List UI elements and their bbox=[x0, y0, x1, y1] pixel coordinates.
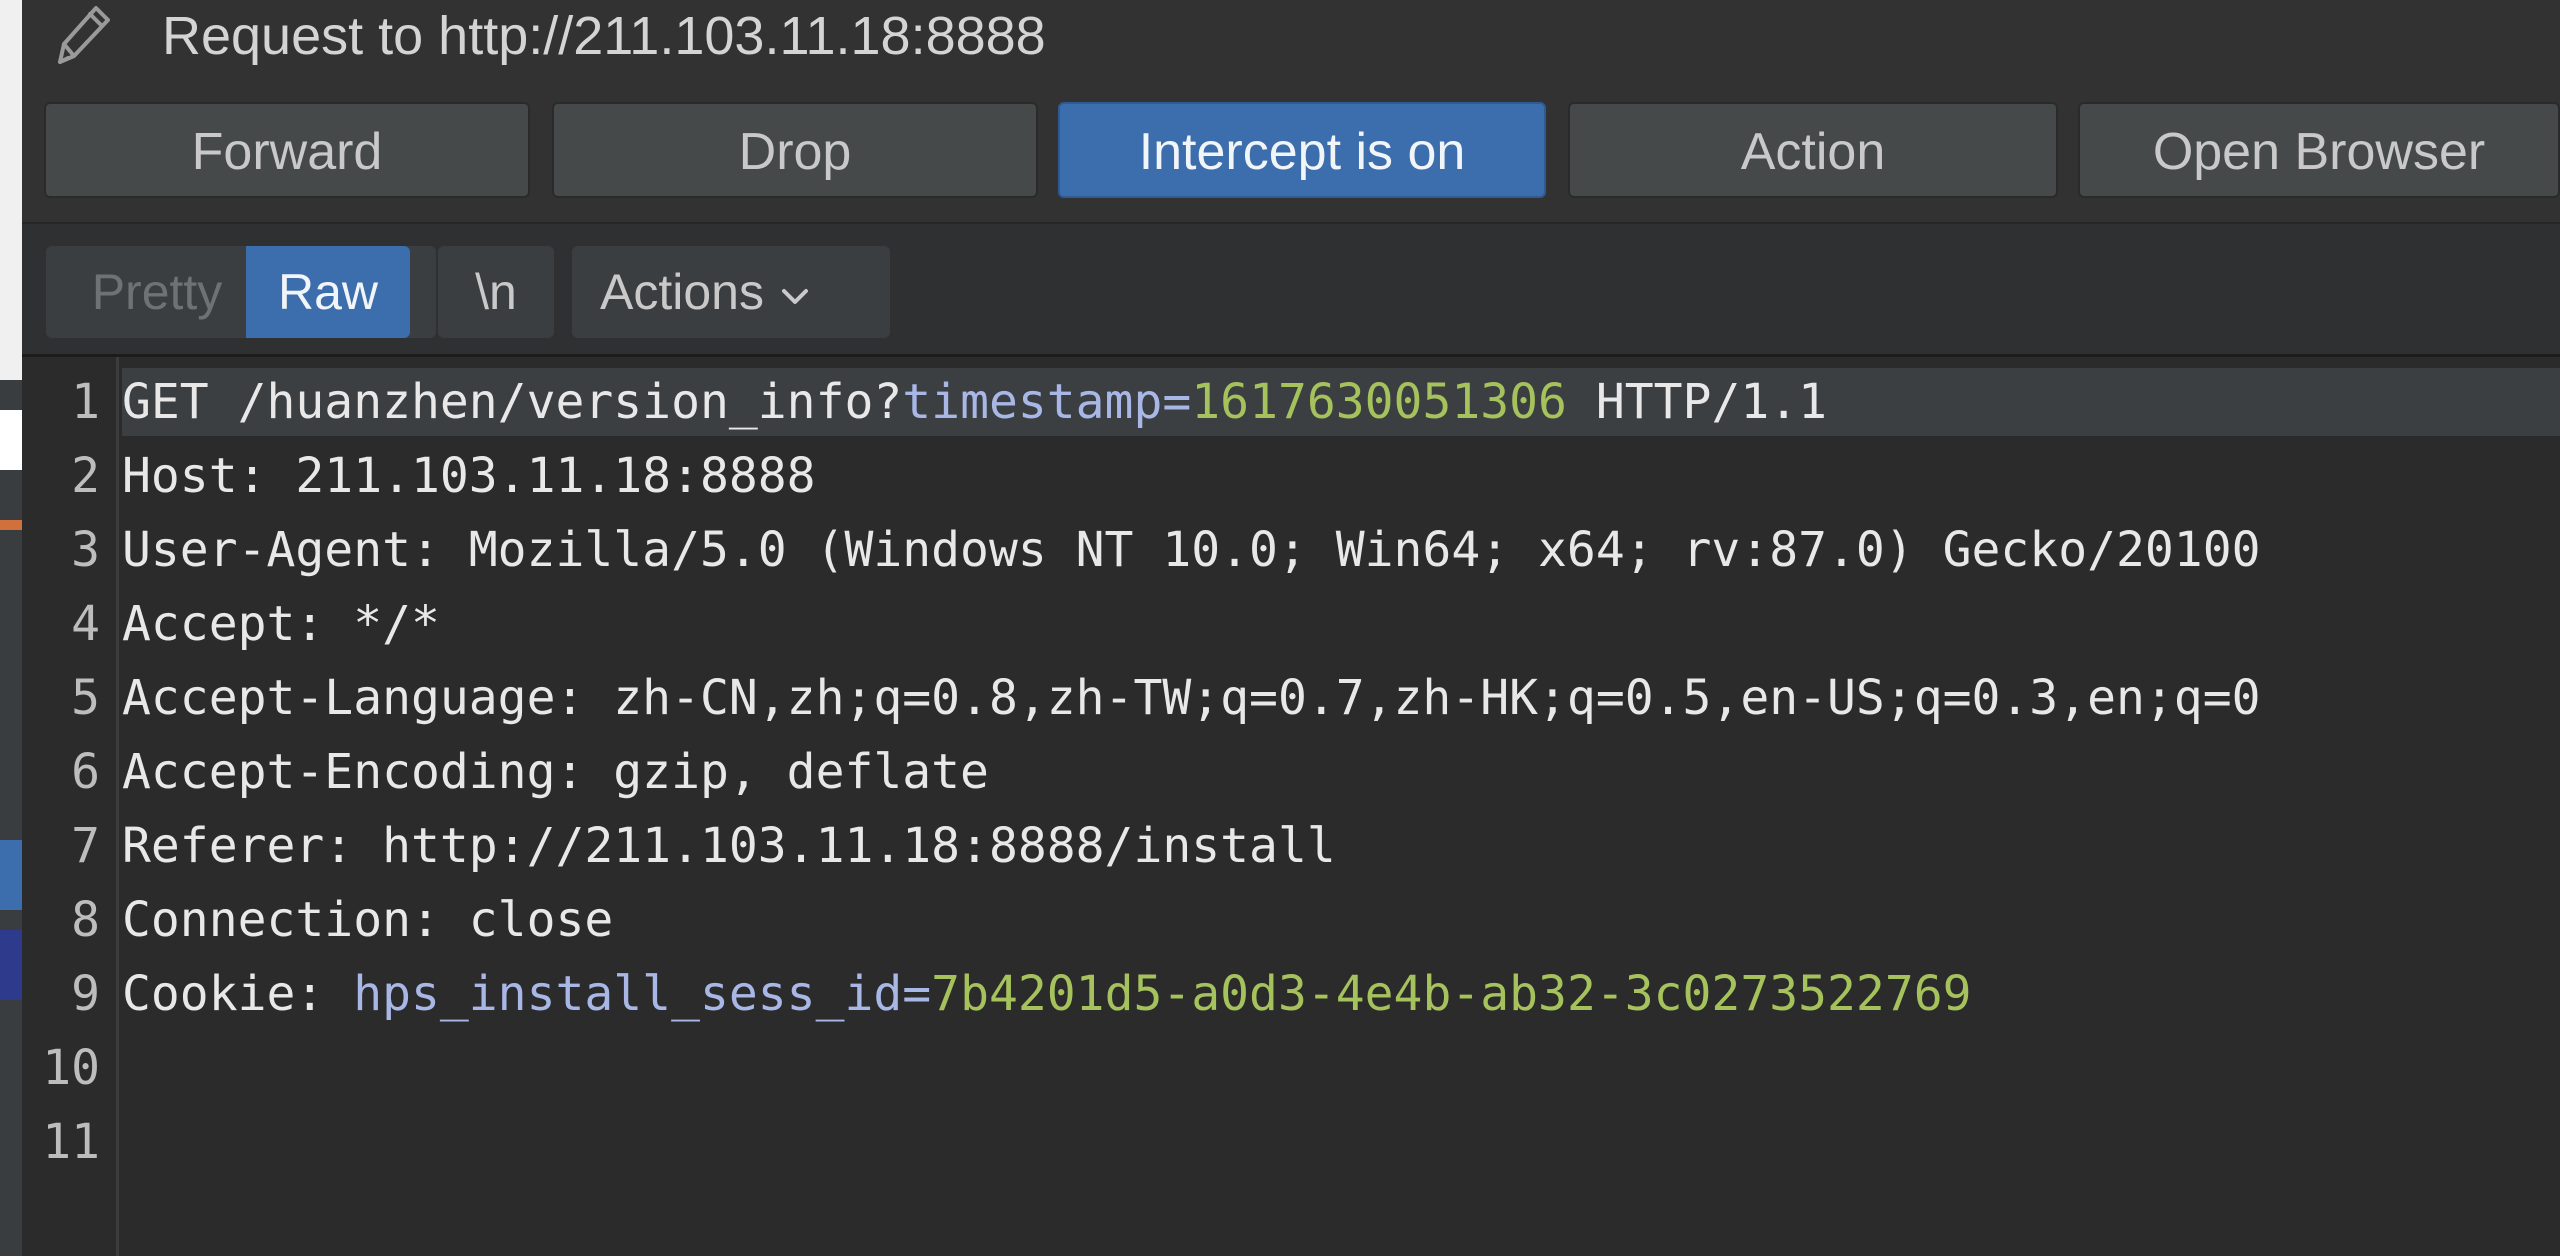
line-number: 3 bbox=[71, 522, 100, 578]
open-browser-button[interactable]: Open Browser bbox=[2078, 102, 2560, 198]
newline-toggle-button[interactable]: \n bbox=[438, 246, 554, 338]
forward-button[interactable]: Forward bbox=[44, 102, 530, 198]
request-method-path: GET /huanzhen/version_info? bbox=[122, 374, 903, 430]
cookie-name: hps_install_sess_id bbox=[353, 966, 903, 1022]
actions-menu-button[interactable]: Actions bbox=[572, 246, 890, 338]
line-number: 10 bbox=[42, 1040, 100, 1096]
background-panel bbox=[0, 410, 22, 470]
http-version: HTTP/1.1 bbox=[1566, 374, 1828, 430]
background-window-edge bbox=[0, 0, 22, 1256]
header-referer: Referer: http://211.103.11.18:8888/insta… bbox=[122, 818, 1336, 874]
line-number: 5 bbox=[71, 670, 100, 726]
line-number: 2 bbox=[71, 448, 100, 504]
query-param-equals: = bbox=[1162, 374, 1192, 430]
cookie-equals: = bbox=[902, 966, 932, 1022]
header-cookie: Cookie: hps_install_sess_id=7b4201d5-a0d… bbox=[122, 957, 1972, 1031]
background-panel bbox=[0, 930, 22, 1000]
request-title: Request to http://211.103.11.18:8888 bbox=[162, 6, 1046, 66]
header-accept-language: Accept-Language: zh-CN,zh;q=0.8,zh-TW;q=… bbox=[122, 670, 2261, 726]
tab-pretty[interactable]: Pretty bbox=[46, 246, 268, 338]
line-number: 8 bbox=[71, 892, 100, 948]
request-title-bar: Request to http://211.103.11.18:8888 bbox=[22, 0, 2560, 72]
header-connection: Connection: close bbox=[122, 892, 614, 948]
line-number-gutter: 1 2 3 4 5 6 7 8 9 10 11 bbox=[22, 357, 119, 1256]
cookie-value: 7b4201d5-a0d3-4e4b-ab32-3c0273522769 bbox=[931, 966, 1972, 1022]
header-user-agent: User-Agent: Mozilla/5.0 (Windows NT 10.0… bbox=[122, 522, 2261, 578]
background-panel bbox=[0, 0, 22, 380]
header-accept: Accept: */* bbox=[122, 596, 440, 652]
header-host: Host: 211.103.11.18:8888 bbox=[122, 448, 816, 504]
tab-raw[interactable]: Raw bbox=[246, 246, 410, 338]
cookie-label: Cookie: bbox=[122, 966, 354, 1022]
action-button[interactable]: Action bbox=[1568, 102, 2058, 198]
drop-button[interactable]: Drop bbox=[552, 102, 1038, 198]
raw-request-editor[interactable]: 1 2 3 4 5 6 7 8 9 10 11 GET /huanzhen/ve… bbox=[22, 357, 2560, 1256]
proxy-intercept-panel: Request to http://211.103.11.18:8888 For… bbox=[22, 0, 2560, 1256]
line-number: 1 bbox=[71, 374, 100, 430]
line-number: 7 bbox=[71, 818, 100, 874]
line-number: 6 bbox=[71, 744, 100, 800]
header-accept-encoding: Accept-Encoding: gzip, deflate bbox=[122, 744, 989, 800]
intercept-toolbar: Forward Drop Intercept is on Action Open… bbox=[22, 72, 2560, 224]
query-param-name: timestamp bbox=[902, 374, 1163, 430]
actions-menu-label: Actions bbox=[600, 264, 764, 320]
line-number: 4 bbox=[71, 596, 100, 652]
line-number: 9 bbox=[71, 966, 100, 1022]
query-param-value: 1617630051306 bbox=[1191, 374, 1567, 430]
pencil-icon bbox=[58, 6, 110, 64]
background-panel bbox=[0, 840, 22, 910]
background-panel bbox=[0, 520, 22, 530]
chevron-down-icon bbox=[781, 288, 808, 304]
message-view-bar: Pretty Raw \n Actions bbox=[22, 224, 2560, 357]
intercept-toggle-button[interactable]: Intercept is on bbox=[1058, 102, 1546, 198]
line-number: 11 bbox=[42, 1114, 100, 1170]
request-line: GET /huanzhen/version_info?timestamp=161… bbox=[122, 365, 1827, 439]
